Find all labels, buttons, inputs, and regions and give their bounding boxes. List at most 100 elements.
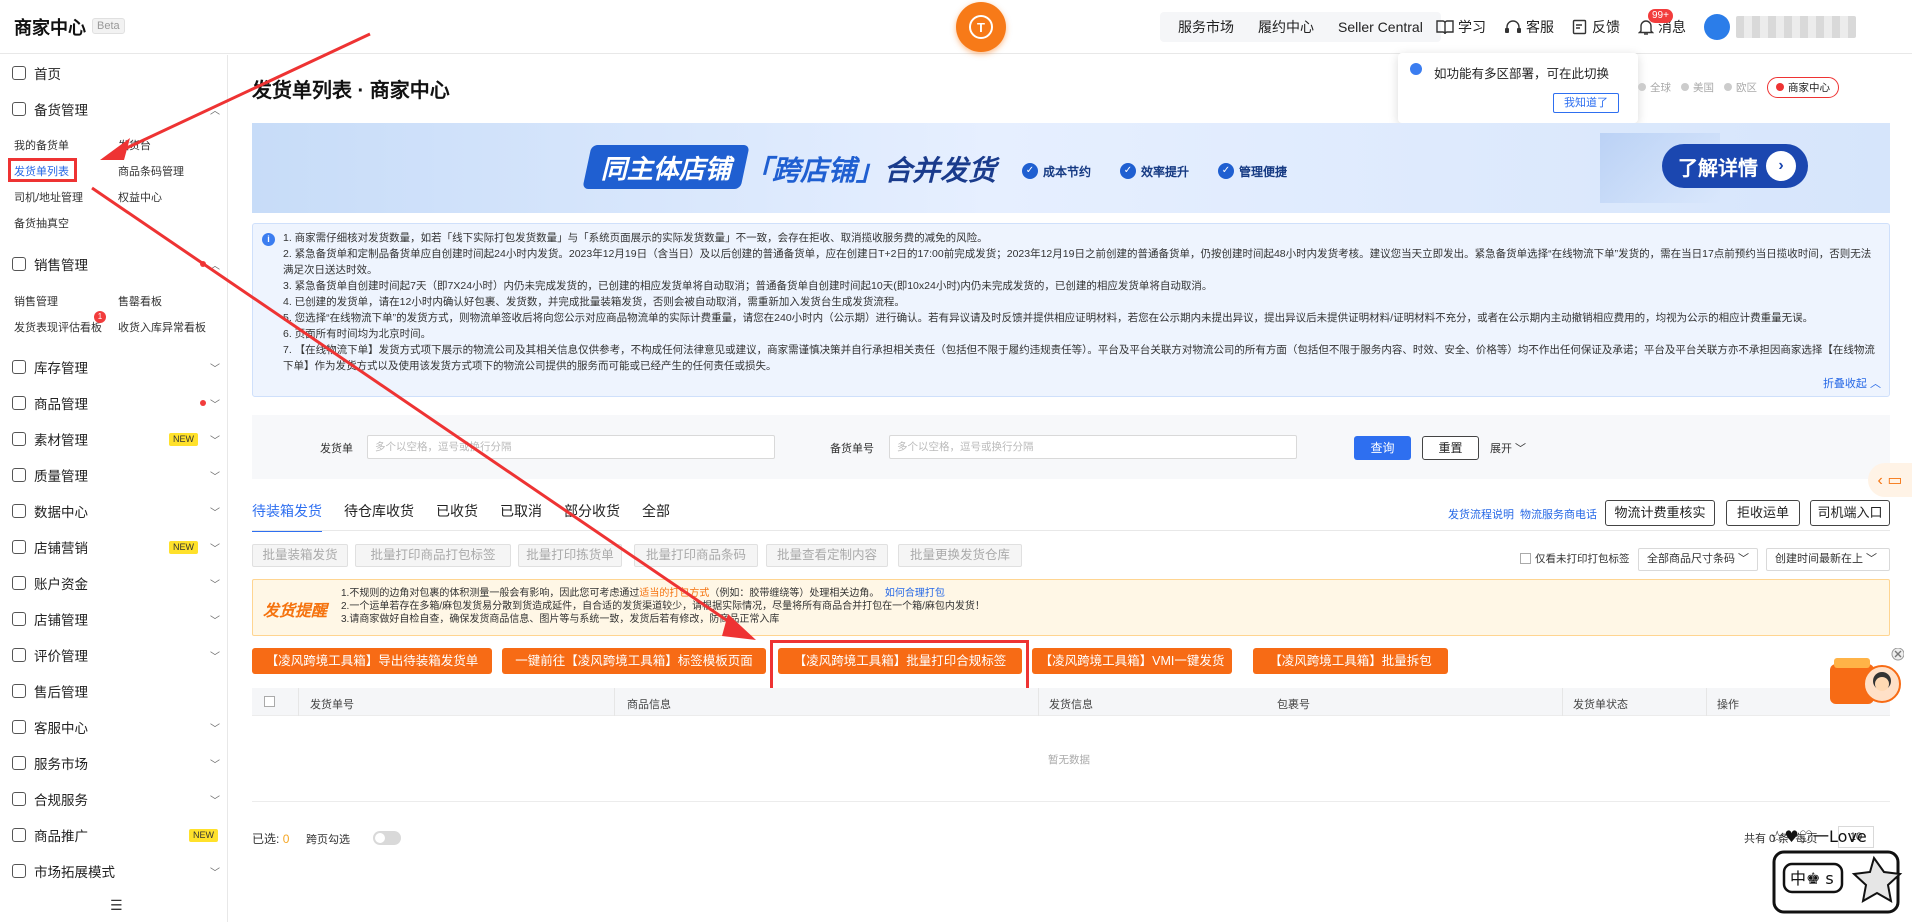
sidebar-item-sales[interactable]: 销售管理 ︿ — [12, 254, 220, 274]
sidebar-item-inventory[interactable]: 库存管理 ﹀ — [12, 357, 220, 377]
tab-received[interactable]: 已收货 — [436, 502, 478, 532]
message-link[interactable]: 消息 99+ — [1638, 9, 1686, 37]
batch-change-warehouse-button[interactable]: 批量更换发货仓库 — [898, 544, 1022, 567]
selected-count: 已选: 0 跨页勾选 — [252, 830, 350, 847]
aftersale-icon — [12, 684, 26, 698]
only-unprinted-checkbox[interactable] — [1520, 553, 1531, 564]
sidebar-sub-driver-address[interactable]: 司机/地址管理 — [14, 189, 83, 205]
sidebar-item-promotion[interactable]: 商品推广 NEW — [12, 825, 220, 845]
banner-left-badge: 同主体店铺 — [582, 145, 750, 189]
tab-pending-packing[interactable]: 待装箱发货 — [252, 502, 322, 532]
sidebar-item-home[interactable]: 首页 — [12, 63, 220, 83]
sidebar-item-account[interactable]: 账户资金 ﹀ — [12, 573, 220, 593]
chat-float-tab[interactable]: ‹ ▭ — [1868, 463, 1912, 497]
tab-pending-warehouse[interactable]: 待仓库收货 — [344, 502, 414, 532]
info-icon: i — [262, 233, 275, 246]
sidebar-item-expand-mode[interactable]: 市场拓展模式 ﹀ — [12, 861, 220, 881]
sidebar-item-data[interactable]: 数据中心 ﹀ — [12, 501, 220, 521]
tab-partial-received[interactable]: 部分收货 — [564, 502, 620, 532]
warehouse-icon — [12, 360, 26, 374]
sidebar-item-marketing[interactable]: 店铺营销 NEW ﹀ — [12, 537, 220, 557]
sidebar-sub-barcode-management[interactable]: 商品条码管理 — [118, 163, 184, 179]
arrow-right-icon: › — [1766, 151, 1796, 181]
driver-entry-button[interactable]: 司机端入口 — [1810, 500, 1890, 526]
shipping-process-link[interactable]: 发货流程说明 — [1448, 506, 1514, 522]
avatar[interactable] — [1704, 14, 1730, 40]
sidebar-sub-soldout-board[interactable]: 售罄看板 — [118, 293, 162, 309]
region-eu[interactable]: 欧区 — [1724, 80, 1757, 95]
sidebar-sub-benefits-center[interactable]: 权益中心 — [118, 189, 162, 205]
sidebar-item-label: 商品推广 — [34, 829, 88, 844]
sidebar-sub-sales-management[interactable]: 销售管理 — [14, 293, 58, 309]
notice-line: 2. 紧急备货单和定制品备货单应自创建时间起24小时内发货。2023年12月19… — [283, 248, 1872, 276]
collapse-sidebar-icon[interactable]: ☰ — [110, 897, 123, 914]
sidebar-sub-my-stock-orders[interactable]: 我的备货单 — [14, 137, 69, 153]
region-global[interactable]: 全球 — [1638, 80, 1671, 95]
promo-banner[interactable]: 同主体店铺 「跨店铺」合并发货 ✓ 成本节约 ✓ 效率提升 ✓ 管理便捷 了解详情 › — [252, 123, 1890, 213]
sidebar-item-quality[interactable]: 质量管理 ﹀ — [12, 465, 220, 485]
sidebar-item-label: 素材管理 — [34, 433, 88, 448]
learn-more-button[interactable]: 了解详情 › — [1662, 144, 1808, 188]
beta-badge: Beta — [92, 18, 125, 34]
store-icon — [12, 612, 26, 626]
sidebar-item-compliance[interactable]: 合规服务 ﹀ — [12, 789, 220, 809]
select-all-checkbox[interactable] — [264, 696, 275, 707]
cross-page-toggle[interactable] — [373, 831, 401, 845]
nav-service-market[interactable]: 服务市场 — [1166, 17, 1246, 37]
nav-seller-central[interactable]: Seller Central — [1326, 19, 1435, 35]
sidebar-sub-vacuum-stock[interactable]: 备货抽真空 — [14, 215, 69, 231]
service-link[interactable]: 客服 — [1504, 17, 1554, 37]
sidebar-item-goods[interactable]: 商品管理 ﹀ — [12, 393, 220, 413]
region-merchant-center[interactable]: 商家中心 — [1767, 76, 1839, 98]
sidebar-item-review[interactable]: 评价管理 ﹀ — [12, 645, 220, 665]
weight-verify-button[interactable]: 物流计费重核实 — [1605, 500, 1715, 526]
tab-all[interactable]: 全部 — [642, 502, 670, 532]
batch-unpack-button[interactable]: 【凌风跨境工具箱】批量拆包 — [1253, 648, 1448, 674]
expand-filter-link[interactable]: 展开 ﹀ — [1490, 440, 1526, 456]
region-us[interactable]: 美国 — [1681, 80, 1714, 95]
sidebar-sub-ship-performance[interactable]: 发货表现评估看板 — [14, 319, 102, 335]
toolbox-mascot-icon[interactable] — [1826, 648, 1904, 712]
nav-fulfillment-center[interactable]: 履约中心 — [1246, 17, 1326, 37]
account-name-blurred[interactable] — [1736, 16, 1856, 38]
only-unprinted-filter[interactable]: 仅看未打印打包标签 — [1520, 551, 1630, 566]
column-header: 发货单号 — [310, 699, 354, 711]
marketing-icon — [12, 540, 26, 554]
sort-select[interactable]: 创建时间最新在上 ﹀ — [1766, 548, 1890, 571]
sidebar-item-stock[interactable]: 备货管理 ︿ — [12, 99, 220, 119]
batch-pack-ship-button[interactable]: 批量装箱发货 — [252, 544, 348, 567]
goto-label-template-button[interactable]: 一键前往【凌风跨境工具箱】标签模板页面 — [502, 648, 766, 674]
batch-print-pack-label-button[interactable]: 批量打印商品打包标签 — [355, 544, 511, 567]
barcode-size-select[interactable]: 全部商品尺寸条码 ﹀ — [1638, 548, 1758, 571]
export-pending-button[interactable]: 【凌风跨境工具箱】导出待装箱发货单 — [252, 648, 492, 674]
batch-print-pick-list-button[interactable]: 批量打印拣货单 — [518, 544, 622, 567]
toolbox-logo-icon[interactable]: T — [956, 2, 1006, 52]
logistics-phone-link[interactable]: 物流服务商电话 — [1520, 506, 1597, 522]
query-button[interactable]: 查询 — [1354, 436, 1411, 460]
sidebar-sub-ship-desk[interactable]: 发货台 — [118, 137, 151, 153]
sidebar-item-aftersale[interactable]: 售后管理 — [12, 681, 220, 701]
banner-tag: ✓ 管理便捷 — [1218, 159, 1287, 183]
got-it-button[interactable]: 我知道了 — [1553, 93, 1619, 113]
rejected-waybill-button[interactable]: 拒收运单 — [1726, 500, 1800, 526]
sidebar-item-market[interactable]: 服务市场 ﹀ — [12, 753, 220, 773]
how-to-pack-link[interactable]: 如何合理打包 — [885, 588, 945, 599]
stock-no-input[interactable]: 多个以空格，逗号或换行分隔 — [889, 435, 1297, 459]
fold-notice-link[interactable]: 折叠收起 ︿ — [1823, 376, 1881, 392]
batch-print-barcode-button[interactable]: 批量打印商品条码 — [634, 544, 758, 567]
learn-link[interactable]: 学习 — [1436, 17, 1486, 37]
chevron-down-icon: ﹀ — [210, 651, 220, 663]
reset-button[interactable]: 重置 — [1422, 436, 1479, 460]
sidebar-item-service[interactable]: 客服中心 ﹀ — [12, 717, 220, 737]
sidebar-item-label: 客服中心 — [34, 721, 88, 736]
sidebar-item-material[interactable]: 素材管理 NEW ﹀ — [12, 429, 220, 449]
sidebar-item-store[interactable]: 店铺管理 ﹀ — [12, 609, 220, 629]
feedback-link[interactable]: 反馈 — [1572, 17, 1620, 37]
batch-view-custom-button[interactable]: 批量查看定制内容 — [766, 544, 888, 567]
service-icon — [12, 720, 26, 734]
tab-cancelled[interactable]: 已取消 — [500, 502, 542, 532]
vmi-one-click-ship-button[interactable]: 【凌风跨境工具箱】VMI一键发货 — [1032, 648, 1232, 674]
sidebar-sub-inbound-exception[interactable]: 收货入库异常看板 — [118, 319, 206, 335]
brand-title[interactable]: 商家中心 — [14, 14, 86, 40]
shipping-no-input[interactable]: 多个以空格，逗号或换行分隔 — [367, 435, 775, 459]
